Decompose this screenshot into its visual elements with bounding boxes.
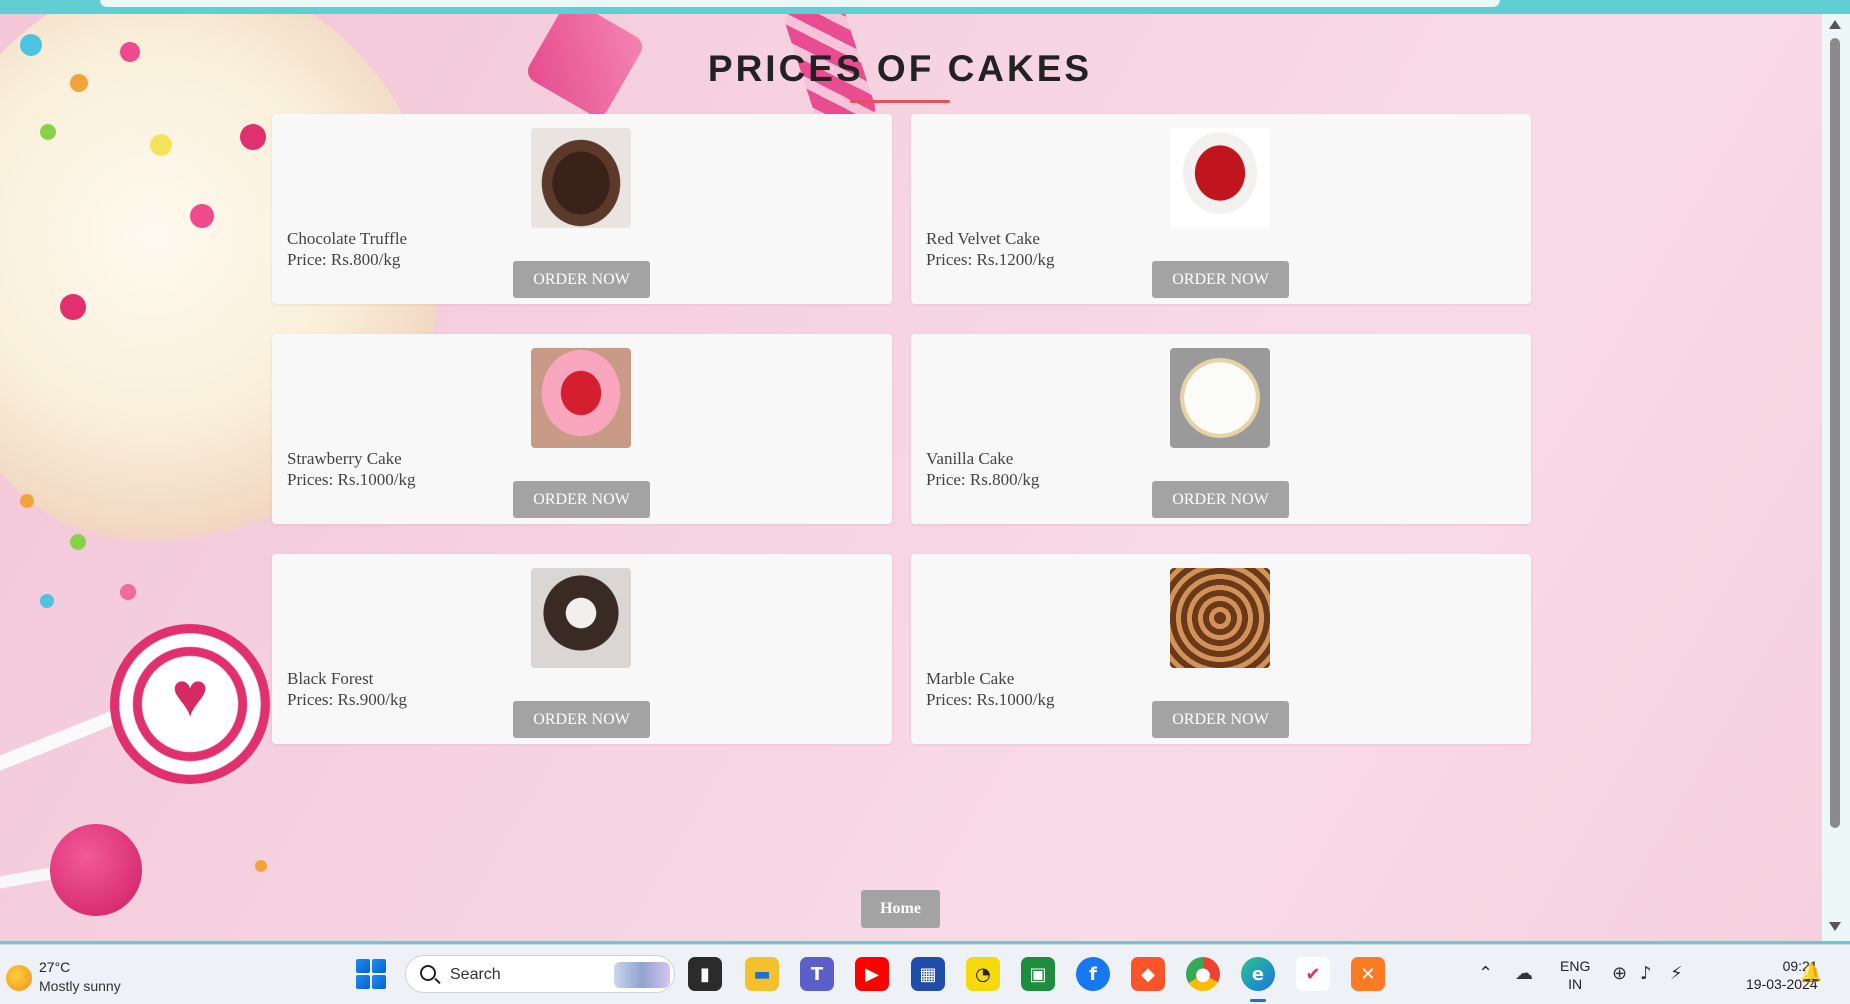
notification-bell-icon[interactable]: 🔔	[1800, 963, 1822, 984]
file-explorer-icon[interactable]: ▬	[745, 957, 779, 991]
order-now-button[interactable]: ORDER NOW	[1152, 481, 1289, 518]
app-icon[interactable]: ◔	[966, 957, 1000, 991]
order-now-button[interactable]: ORDER NOW	[513, 261, 650, 298]
sprinkle-decoration	[240, 124, 266, 150]
scroll-up-arrow-icon[interactable]	[1829, 20, 1841, 29]
region-code: IN	[1568, 976, 1583, 992]
sprinkle-decoration	[255, 860, 267, 872]
task-view-icon[interactable]: ▮	[688, 957, 722, 991]
page-scrollbar[interactable]	[1822, 14, 1850, 941]
sprinkle-decoration	[190, 204, 214, 228]
sprinkle-decoration	[20, 494, 34, 508]
strawberry-cake-image	[531, 348, 631, 448]
red-velvet-cake-image	[1170, 128, 1270, 228]
cake-price: Prices: Rs.1000/kg	[287, 470, 416, 489]
search-icon	[420, 965, 436, 981]
language-indicator[interactable]: ENG IN	[1560, 957, 1590, 993]
sprinkle-decoration	[70, 534, 86, 550]
black-forest-cake-image	[531, 568, 631, 668]
cake-card: Black Forest Prices: Rs.900/kg ORDER NOW	[272, 554, 892, 744]
browser-top-strip	[0, 0, 1850, 14]
show-hidden-icons-chevron-icon[interactable]: ⌃	[1478, 963, 1493, 984]
search-highlight-image	[614, 962, 670, 988]
title-underline	[850, 100, 950, 103]
order-now-button[interactable]: ORDER NOW	[1152, 701, 1289, 738]
cake-price: Prices: Rs.900/kg	[287, 690, 407, 709]
weather-sun-icon	[6, 965, 32, 991]
weather-description: Mostly sunny	[39, 978, 121, 994]
cake-card: Strawberry Cake Prices: Rs.1000/kg ORDER…	[272, 334, 892, 524]
sprinkle-decoration	[60, 294, 86, 320]
cake-name: Strawberry Cake	[287, 449, 402, 468]
scroll-down-arrow-icon[interactable]	[1829, 922, 1841, 931]
weather-temperature: 27°C	[39, 959, 71, 975]
cake-name: Red Velvet Cake	[926, 229, 1040, 248]
cake-price: Prices: Rs.1000/kg	[926, 690, 1055, 709]
facebook-icon[interactable]: f	[1076, 957, 1110, 991]
search-label: Search	[450, 966, 501, 983]
page-viewport: ♥ PRICES OF CAKES Chocolate Truffle Pric…	[0, 14, 1822, 941]
volume-icon[interactable]: ♪	[1640, 963, 1652, 984]
brave-icon[interactable]: ◆	[1131, 957, 1165, 991]
sprinkle-decoration	[40, 594, 54, 608]
cake-card: Red Velvet Cake Prices: Rs.1200/kg ORDER…	[911, 114, 1531, 304]
cake-card: Chocolate Truffle Price: Rs.800/kg ORDER…	[272, 114, 892, 304]
active-app-indicator	[1250, 999, 1266, 1002]
cake-name: Chocolate Truffle	[287, 229, 408, 248]
language-code: ENG	[1560, 958, 1591, 974]
sprinkle-decoration	[150, 134, 172, 156]
chocolate-truffle-cake-image	[531, 128, 631, 228]
cake-price: Price: Rs.800/kg	[926, 470, 1040, 489]
order-now-button[interactable]: ORDER NOW	[513, 701, 650, 738]
youtube-icon[interactable]: ▶	[855, 957, 889, 991]
cake-name: Black Forest	[287, 669, 374, 688]
chrome-icon[interactable]: ●	[1186, 957, 1220, 991]
battery-charging-icon[interactable]: ⚡	[1670, 963, 1683, 984]
heart-icon: ♥	[171, 662, 209, 730]
marble-cake-image	[1170, 568, 1270, 668]
microsoft-store-icon[interactable]: ▦	[911, 957, 945, 991]
cake-name: Marble Cake	[926, 669, 1015, 688]
page-title: PRICES OF CAKES	[707, 48, 1093, 89]
home-button[interactable]: Home	[861, 890, 940, 928]
edge-icon[interactable]: e	[1241, 957, 1275, 991]
app-icon[interactable]: ✔	[1296, 957, 1330, 991]
scrollbar-thumb[interactable]	[1830, 38, 1840, 828]
google-classroom-icon[interactable]: ▣	[1021, 957, 1055, 991]
taskbar-search-box[interactable]: Search	[405, 955, 675, 993]
browser-tab-strip	[100, 0, 1500, 7]
windows-taskbar: 27°C Mostly sunny Search ▮ ▬ T ▶ ▦ ◔ ▣ f…	[0, 944, 1850, 1004]
xampp-icon[interactable]: ✕	[1351, 957, 1385, 991]
sprinkle-decoration	[40, 124, 56, 140]
teams-icon[interactable]: T	[800, 957, 834, 991]
lollipop-decoration	[50, 824, 142, 916]
network-globe-icon[interactable]: ⊕	[1612, 963, 1627, 984]
order-now-button[interactable]: ORDER NOW	[513, 481, 650, 518]
cake-price: Price: Rs.800/kg	[287, 250, 401, 269]
windows-start-icon[interactable]	[356, 959, 386, 989]
order-now-button[interactable]: ORDER NOW	[1152, 261, 1289, 298]
cake-card: Vanilla Cake Price: Rs.800/kg ORDER NOW	[911, 334, 1531, 524]
cake-card: Marble Cake Prices: Rs.1000/kg ORDER NOW	[911, 554, 1531, 744]
weather-widget[interactable]: 27°C Mostly sunny	[6, 957, 176, 997]
cake-name: Vanilla Cake	[926, 449, 1014, 468]
sprinkle-decoration	[120, 584, 136, 600]
onedrive-offline-icon[interactable]: ☁	[1515, 963, 1533, 984]
vanilla-cake-image	[1170, 348, 1270, 448]
cake-price: Prices: Rs.1200/kg	[926, 250, 1055, 269]
